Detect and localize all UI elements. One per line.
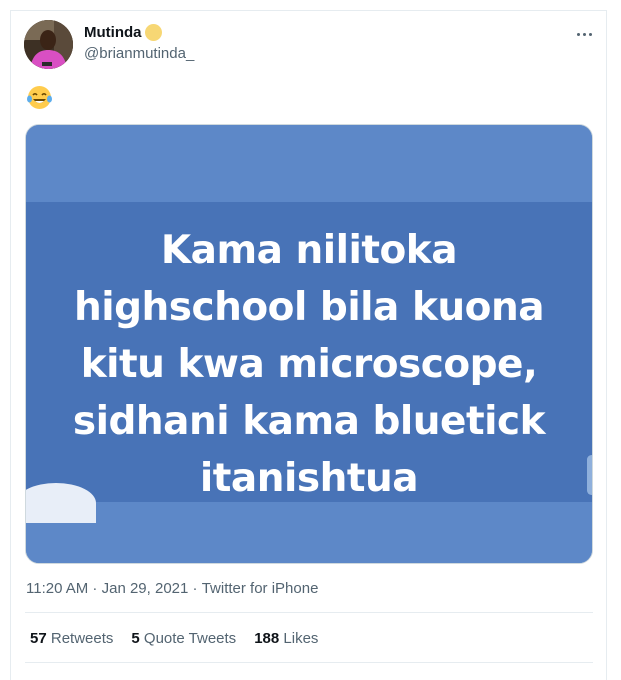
avatar-image: [24, 20, 73, 69]
more-options-icon[interactable]: [574, 24, 594, 44]
likes-label: Likes: [283, 630, 319, 647]
media-band-bottom: [26, 502, 592, 563]
media-text-line: sidhani kama bluetick: [72, 399, 546, 444]
retweets-label: Retweets: [50, 630, 114, 647]
media-text-line: kitu kwa microscope,: [80, 342, 538, 387]
tweet-media-image[interactable]: Kama nilitoka highschool bila kuona kitu…: [25, 124, 593, 564]
tweet-time[interactable]: 11:20 AM: [26, 580, 88, 597]
retweets-stat[interactable]: 57 Retweets: [30, 630, 113, 647]
divider: [25, 612, 593, 613]
quote-tweets-label: Quote Tweets: [143, 630, 237, 647]
media-text-line: Kama nilitoka: [160, 228, 458, 273]
author-name-row: Mutinda: [84, 24, 162, 41]
author-handle[interactable]: @brianmutinda_: [84, 45, 194, 62]
media-band-top: [26, 125, 592, 202]
media-text-line: highschool bila kuona: [73, 285, 545, 330]
badge-icon: [144, 24, 162, 41]
tweet-date[interactable]: Jan 29, 2021: [102, 580, 189, 597]
tweet-stats: 57 Retweets 5 Quote Tweets 188 Likes: [30, 630, 318, 647]
divider: [25, 662, 593, 663]
quote-tweets-stat[interactable]: 5 Quote Tweets: [131, 630, 236, 647]
quote-tweets-count: 5: [131, 630, 140, 647]
meta-separator: ·: [188, 580, 202, 597]
tweet-source-link[interactable]: Twitter for iPhone: [202, 580, 319, 597]
retweets-count: 57: [30, 630, 47, 647]
likes-count: 188: [254, 630, 280, 647]
face-with-tears-of-joy-icon: [27, 86, 52, 109]
author-display-name[interactable]: Mutinda: [84, 24, 142, 41]
likes-stat[interactable]: 188 Likes: [254, 630, 318, 647]
media-caption-text: Kama nilitoka highschool bila kuona kitu…: [26, 222, 592, 507]
tweet-metadata: 11:20 AM · Jan 29, 2021 · Twitter for iP…: [26, 580, 318, 597]
avatar[interactable]: [24, 20, 73, 69]
meta-separator: ·: [88, 580, 102, 597]
media-text-line: itanishtua: [199, 456, 419, 501]
